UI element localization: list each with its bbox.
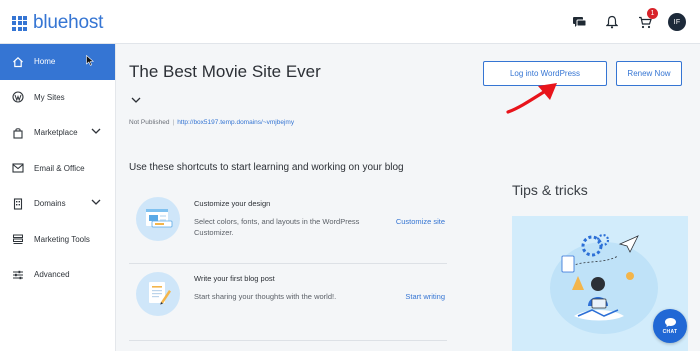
mouse-cursor-icon [86, 53, 94, 71]
card-description: Select colors, fonts, and layouts in the… [194, 217, 360, 237]
red-arrow-annotation [505, 82, 565, 121]
customize-site-link[interactable]: Customize site [396, 217, 445, 226]
sidebar-item-label: Advanced [34, 270, 70, 280]
chevron-down-icon[interactable] [91, 198, 101, 207]
card-title: Customize your design [194, 199, 271, 208]
stack-icon [11, 232, 25, 246]
sidebar-item-label: Domains [34, 199, 66, 209]
sidebar-item-home[interactable]: Home [0, 44, 115, 80]
shopping-bag-icon [11, 126, 25, 140]
chevron-down-icon[interactable] [91, 127, 101, 136]
site-url-link[interactable]: http://box5197.temp.domains/~vmjbejmy [177, 119, 294, 126]
sidebar-item-label: Home [34, 57, 56, 67]
publish-status: Not Published [129, 119, 170, 126]
cart-count-badge: 1 [647, 8, 658, 19]
card-title: Write your first blog post [194, 274, 275, 283]
shortcut-card-write-post: Write your first blog post Start sharing… [129, 264, 445, 336]
sidebar-item-advanced[interactable]: Advanced [0, 257, 115, 293]
sidebar-item-my-sites[interactable]: My Sites [0, 80, 115, 116]
blog-post-illustration-icon [136, 272, 180, 316]
chat-bubble-icon[interactable] [568, 11, 590, 33]
top-bar: bluehost 1 IF [0, 0, 700, 44]
sidebar: Home My Sites Marketplace Email & Office… [0, 44, 116, 351]
cart-icon[interactable]: 1 [634, 8, 658, 33]
shortcuts-heading: Use these shortcuts to start learning an… [129, 162, 404, 173]
envelope-icon [11, 161, 25, 175]
sidebar-item-domains[interactable]: Domains [0, 186, 115, 222]
sidebar-item-label: Marketplace [34, 128, 78, 138]
sliders-icon [11, 268, 25, 282]
tips-heading: Tips & tricks [512, 182, 588, 198]
site-status: Not Published | http://box5197.temp.domain… [129, 119, 295, 126]
avatar[interactable]: IF [668, 13, 686, 31]
renew-now-button[interactable]: Renew Now [616, 61, 682, 86]
building-icon [11, 197, 25, 211]
sidebar-item-label: Marketing Tools [34, 234, 90, 244]
chat-icon [664, 318, 676, 327]
divider [129, 340, 447, 341]
sidebar-item-label: Email & Office [34, 163, 85, 173]
sidebar-item-email-office[interactable]: Email & Office [0, 151, 115, 187]
card-description: Start sharing your thoughts with the wor… [194, 292, 337, 301]
page-title: The Best Movie Site Ever [129, 62, 321, 81]
home-icon [11, 55, 25, 69]
start-writing-link[interactable]: Start writing [405, 292, 445, 301]
logo-grid-icon [12, 15, 27, 31]
sidebar-item-label: My Sites [34, 92, 65, 102]
brand-name: bluehost [33, 12, 104, 33]
customize-illustration-icon [136, 197, 180, 241]
chevron-down-icon[interactable] [131, 90, 141, 108]
bell-icon[interactable] [601, 11, 623, 33]
sidebar-item-marketplace[interactable]: Marketplace [0, 115, 115, 151]
wordpress-icon [11, 90, 25, 104]
bluehost-logo[interactable]: bluehost [12, 12, 103, 34]
chat-label: CHAT [662, 329, 678, 335]
sidebar-item-marketing-tools[interactable]: Marketing Tools [0, 222, 115, 258]
shortcut-card-customize: Customize your design Select colors, fon… [129, 189, 445, 261]
chat-button[interactable]: CHAT [653, 309, 687, 343]
